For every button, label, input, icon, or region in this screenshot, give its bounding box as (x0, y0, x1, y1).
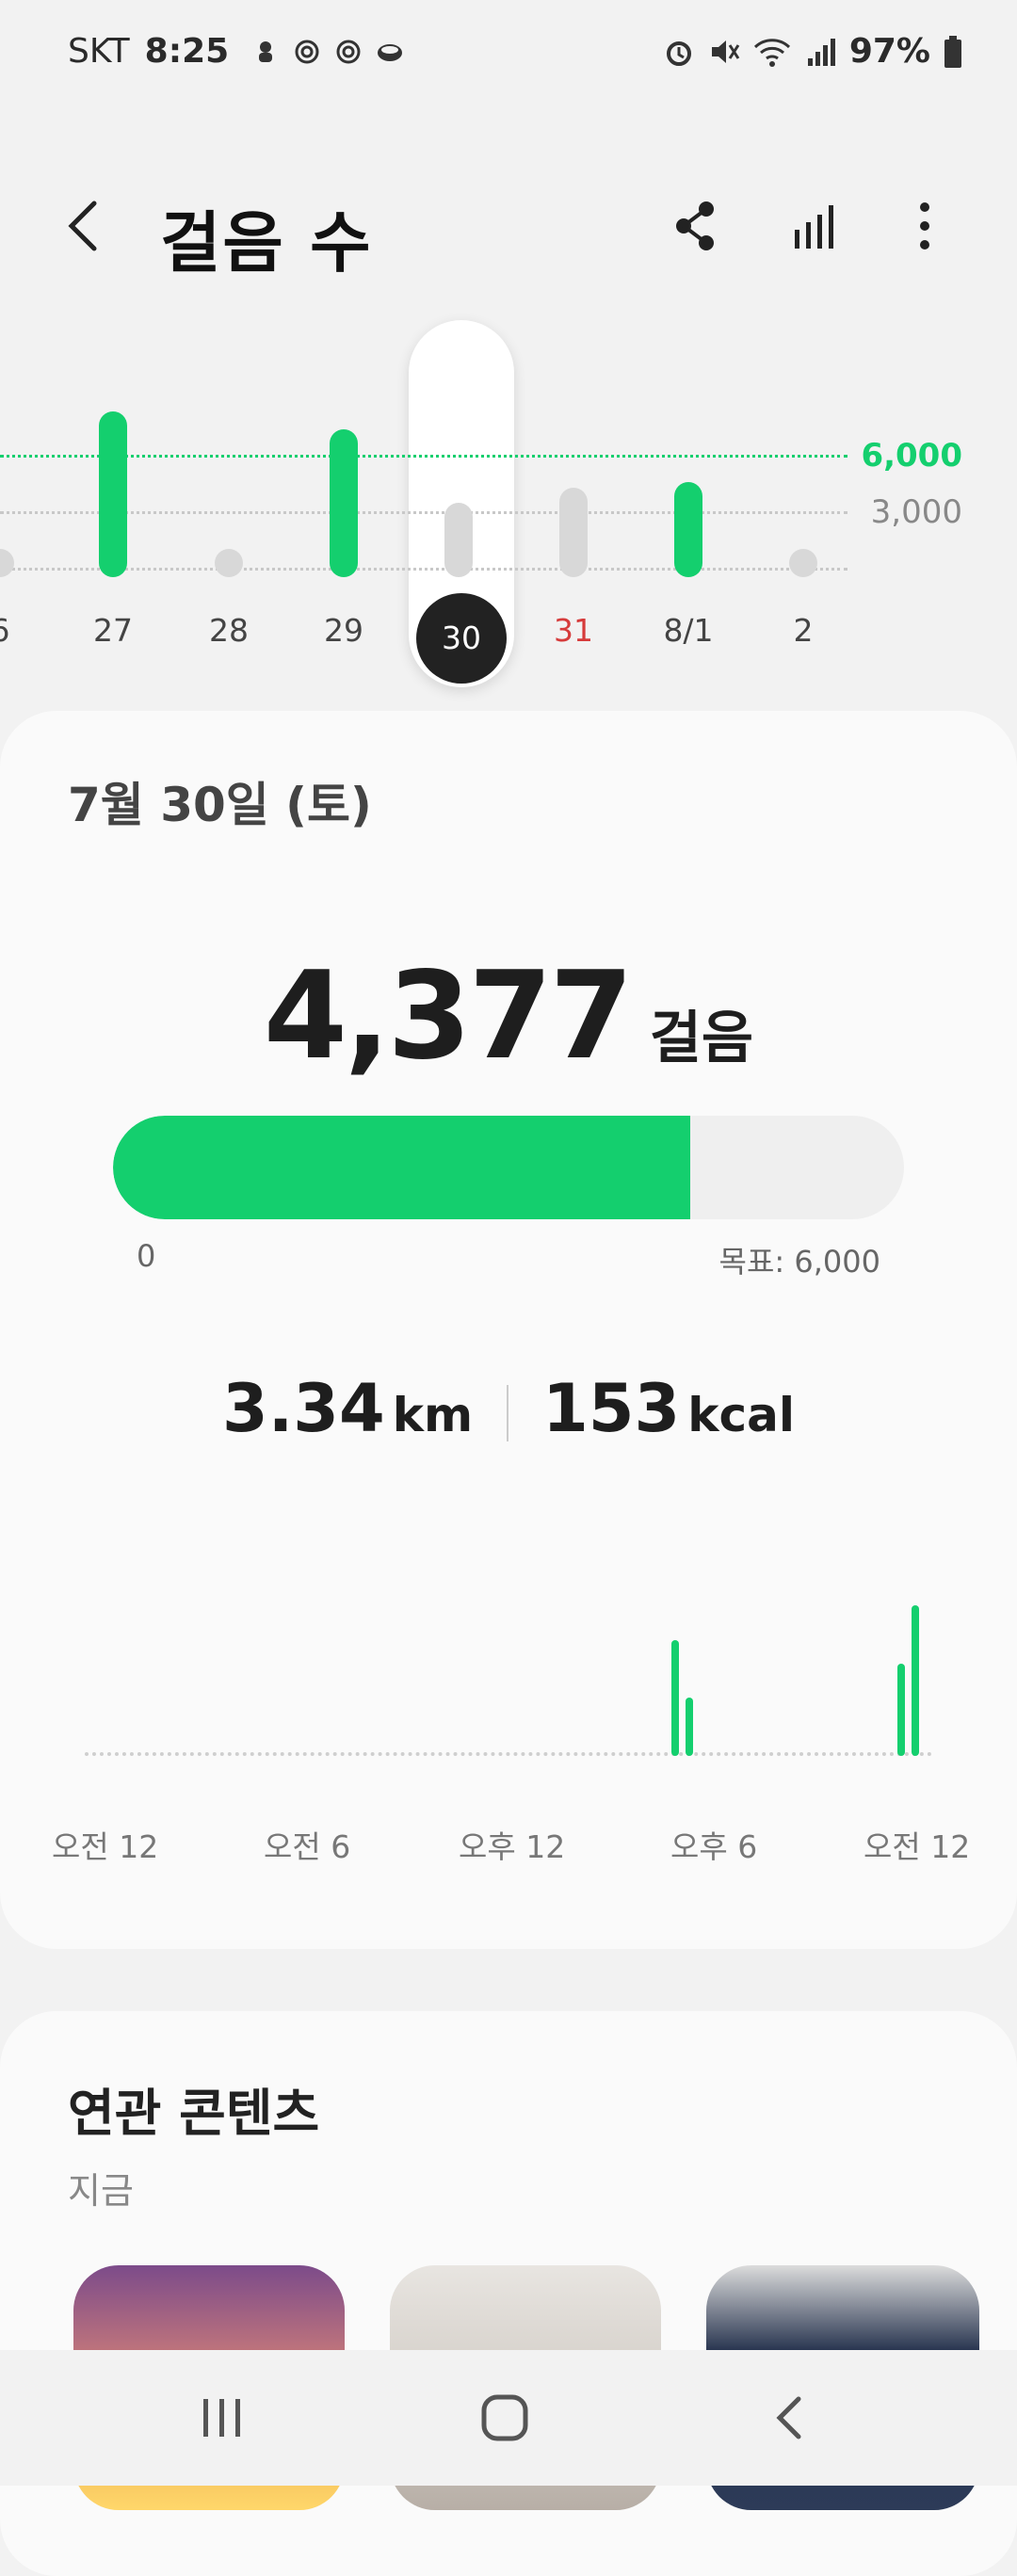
goal-progress-fill (113, 1116, 690, 1219)
day-label[interactable]: 6 (0, 612, 42, 649)
day-label[interactable]: 27 (71, 612, 155, 649)
time-label: 오전 12 (864, 1828, 971, 1865)
home-icon[interactable] (478, 2391, 531, 2444)
trend-chart-icon[interactable] (787, 198, 844, 254)
progress-start-label: 0 (137, 1238, 156, 1274)
battery-percent: 97% (848, 32, 930, 71)
distance-value: 3.34 (222, 1370, 385, 1447)
selected-date: 7월 30일 (토) (68, 778, 372, 832)
hourly-bar (911, 1605, 919, 1756)
status-bar: SKT 8:25 97% (0, 0, 1017, 113)
wifi-icon (753, 38, 790, 67)
time-label: 오전 6 (264, 1828, 351, 1865)
battery-icon (944, 35, 961, 68)
mute-icon (711, 40, 740, 63)
goal-progress-bar (113, 1116, 904, 1219)
hourly-steps-chart (85, 1586, 932, 1756)
day-label[interactable]: 29 (301, 612, 386, 649)
more-vert-icon[interactable] (896, 198, 953, 254)
baseline (0, 568, 848, 571)
share-icon[interactable] (667, 198, 723, 254)
calories-value: 153 (542, 1370, 681, 1447)
signal-icon (807, 38, 835, 66)
hourly-bar (685, 1698, 693, 1756)
time-label: 오전 12 (52, 1828, 159, 1865)
hourly-baseline (85, 1752, 932, 1756)
related-content-subtitle: 지금 (68, 2170, 134, 2212)
step-count: 4,377 걸음 (0, 946, 1017, 1087)
day-label[interactable]: 8/1 (646, 612, 731, 649)
back-arrow-icon[interactable] (56, 196, 113, 256)
spiral-app-icon (295, 40, 319, 63)
day-bar-27[interactable] (99, 411, 127, 577)
reference-line-label: 3,000 (870, 493, 962, 531)
weekly-steps-chart: 6,000 3,000 6 27 28 29 30 31 8/1 2 (0, 320, 1017, 697)
distance-unit: km (392, 1388, 474, 1442)
related-content-title: 연관 콘텐츠 (68, 2084, 320, 2143)
day-bar-31[interactable] (559, 488, 588, 577)
spiral-app-icon-2 (336, 40, 361, 63)
carrier-label: SKT (68, 32, 130, 71)
day-bar-6[interactable] (0, 549, 14, 577)
page-title: 걸음 수 (160, 204, 373, 282)
notification-app-icon (259, 40, 273, 62)
progress-goal-label: 목표: 6,000 (718, 1244, 880, 1280)
day-bar-8-1[interactable] (674, 481, 702, 577)
day-label[interactable]: 31 (531, 612, 616, 649)
step-count-value: 4,377 (263, 946, 634, 1087)
nav-back-icon[interactable] (765, 2391, 817, 2444)
system-nav-bar (0, 2350, 1017, 2486)
day-bar-2[interactable] (789, 549, 817, 577)
day-bar-28[interactable] (215, 549, 243, 577)
clock: 8:25 (144, 32, 230, 71)
daily-summary-card: 7월 30일 (토) 4,377 걸음 0 목표: 6,000 3.34 km 153… (0, 711, 1017, 1949)
time-label: 오후 12 (459, 1828, 566, 1865)
step-count-unit: 걸음 (649, 1006, 754, 1071)
time-label: 오후 6 (670, 1828, 758, 1865)
reference-line (0, 511, 848, 514)
calories-unit: kcal (687, 1388, 795, 1442)
app-bar: 걸음 수 (0, 169, 1017, 282)
goal-line (0, 455, 848, 458)
goal-line-label: 6,000 (861, 437, 962, 475)
recent-apps-icon[interactable] (196, 2391, 249, 2444)
cloud-app-icon (378, 43, 403, 61)
alarm-icon (666, 40, 691, 66)
related-content-card: 연관 콘텐츠 지금 (0, 2011, 1017, 2576)
day-bar-29[interactable] (330, 428, 358, 577)
day-bar-30[interactable] (444, 503, 473, 577)
hourly-bar (896, 1663, 905, 1756)
distance-calories: 3.34 km 153 kcal (0, 1370, 1017, 1447)
stats-divider (507, 1384, 509, 1441)
day-label[interactable]: 28 (186, 612, 271, 649)
hourly-bar (670, 1639, 679, 1756)
day-label[interactable]: 2 (761, 612, 846, 649)
selected-day-label[interactable]: 30 (416, 593, 507, 684)
